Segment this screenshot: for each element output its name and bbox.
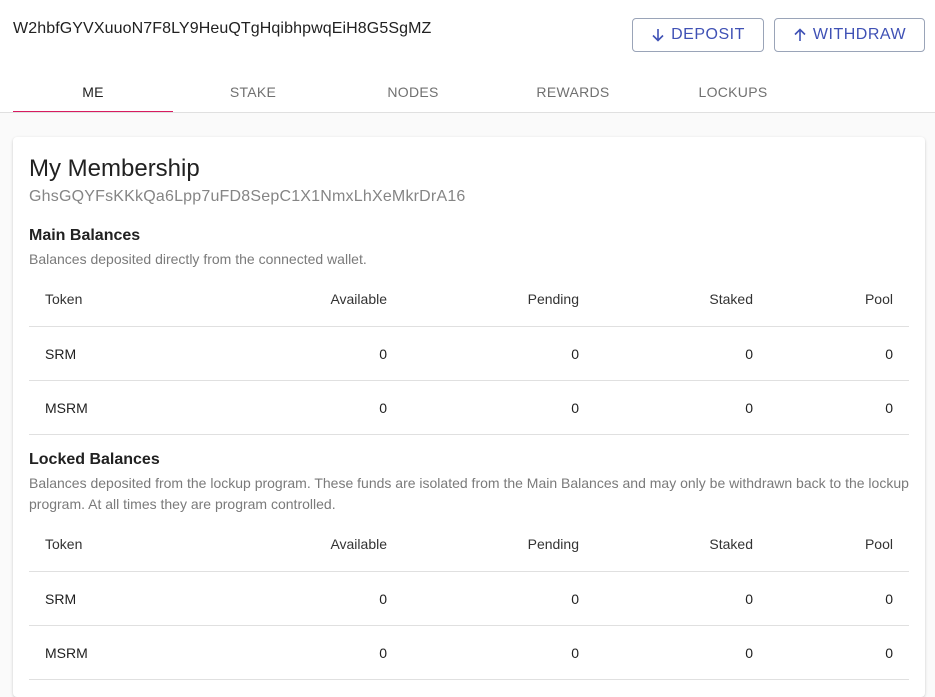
available-cell: 0 bbox=[379, 399, 387, 416]
membership-card: My Membership GhsGQYFsKKkQa6Lpp7uFD8SepC… bbox=[13, 137, 925, 697]
tab-label: NODES bbox=[387, 84, 439, 100]
column-header-pool: Pool bbox=[864, 536, 893, 552]
column-header-pending: Pending bbox=[527, 536, 579, 552]
staked-cell: 0 bbox=[745, 590, 753, 607]
available-cell: 0 bbox=[379, 644, 387, 661]
token-cell: MSRM bbox=[45, 399, 88, 416]
tab-label: STAKE bbox=[229, 84, 277, 100]
staked-cell: 0 bbox=[745, 399, 753, 416]
tab-label: REWARDS bbox=[536, 84, 610, 100]
pending-cell: 0 bbox=[571, 399, 579, 416]
token-cell: SRM bbox=[45, 345, 77, 362]
withdraw-button-label: WITHDRAW bbox=[812, 26, 907, 43]
main-balances-title: Main Balances bbox=[29, 227, 141, 244]
table-row: MSRM 0 0 0 0 bbox=[29, 381, 909, 435]
tab-stake[interactable]: STAKE bbox=[173, 72, 333, 112]
membership-title: My Membership bbox=[29, 155, 200, 182]
token-cell: MSRM bbox=[45, 644, 88, 661]
token-cell: SRM bbox=[45, 590, 77, 607]
column-header-token: Token bbox=[45, 536, 83, 552]
column-header-staked: Staked bbox=[709, 536, 753, 552]
tab-bar: ME STAKE NODES REWARDS LOCKUPS bbox=[13, 72, 813, 113]
tab-nodes[interactable]: NODES bbox=[333, 72, 493, 112]
column-header-pool: Pool bbox=[864, 291, 893, 307]
pool-cell: 0 bbox=[885, 644, 893, 661]
deposit-button-label: DEPOSIT bbox=[671, 26, 745, 43]
table-header-row: Token Available Pending Staked Pool bbox=[29, 272, 909, 327]
column-header-available: Available bbox=[330, 536, 387, 552]
tab-lockups[interactable]: LOCKUPS bbox=[653, 72, 813, 112]
pending-cell: 0 bbox=[571, 345, 579, 362]
table-header-row: Token Available Pending Staked Pool bbox=[29, 517, 909, 572]
pending-cell: 0 bbox=[571, 590, 579, 607]
tab-me[interactable]: ME bbox=[13, 72, 173, 113]
table-row: MSRM 0 0 0 0 bbox=[29, 626, 909, 680]
tab-label: ME bbox=[82, 84, 104, 100]
membership-address: GhsGQYFsKKkQa6Lpp7uFD8SepC1X1NmxLhXeMkrD… bbox=[29, 188, 466, 205]
available-cell: 0 bbox=[379, 345, 387, 362]
available-cell: 0 bbox=[379, 590, 387, 607]
pool-cell: 0 bbox=[885, 590, 893, 607]
locked-balances-description: Balances deposited from the lockup progr… bbox=[29, 475, 909, 512]
column-header-pending: Pending bbox=[527, 291, 579, 307]
app-header: W2hbfGYVXuuoN7F8LY9HeuQTgHqibhpwqEiH8G5S… bbox=[0, 0, 935, 113]
table-row: SRM 0 0 0 0 bbox=[29, 572, 909, 626]
pool-cell: 0 bbox=[885, 399, 893, 416]
deposit-button[interactable]: DEPOSIT bbox=[632, 18, 764, 52]
pool-cell: 0 bbox=[885, 345, 893, 362]
column-header-staked: Staked bbox=[709, 291, 753, 307]
tab-rewards[interactable]: REWARDS bbox=[493, 72, 653, 112]
arrow-up-icon bbox=[794, 28, 806, 41]
main-balances-description: Balances deposited directly from the con… bbox=[29, 251, 367, 267]
main-balances-table: Token Available Pending Staked Pool SRM … bbox=[29, 272, 909, 435]
column-header-token: Token bbox=[45, 291, 83, 307]
header-divider bbox=[0, 112, 935, 113]
locked-balances-title: Locked Balances bbox=[29, 451, 160, 468]
pending-cell: 0 bbox=[571, 644, 579, 661]
wallet-address: W2hbfGYVXuuoN7F8LY9HeuQTgHqibhpwqEiH8G5S… bbox=[13, 20, 432, 37]
tab-label: LOCKUPS bbox=[698, 84, 768, 100]
staked-cell: 0 bbox=[745, 644, 753, 661]
staked-cell: 0 bbox=[745, 345, 753, 362]
table-row: SRM 0 0 0 0 bbox=[29, 327, 909, 381]
arrow-down-icon bbox=[652, 29, 664, 42]
locked-balances-table: Token Available Pending Staked Pool SRM … bbox=[29, 517, 909, 680]
withdraw-button[interactable]: WITHDRAW bbox=[774, 18, 925, 52]
column-header-available: Available bbox=[330, 291, 387, 307]
